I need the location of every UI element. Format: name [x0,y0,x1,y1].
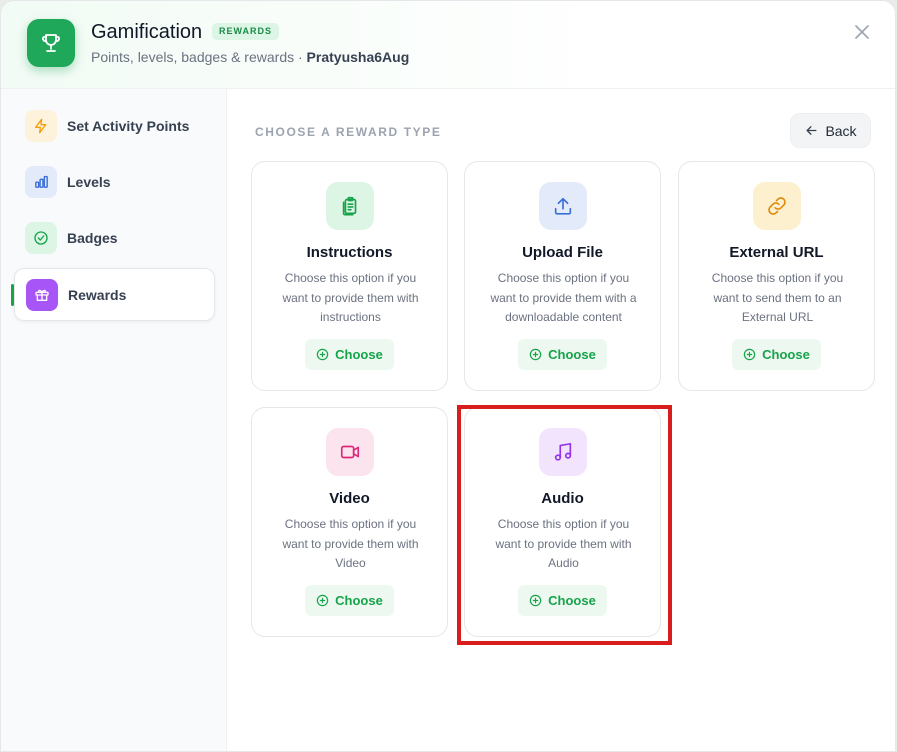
clipboard-icon [326,182,374,230]
main-content: CHOOSE A REWARD TYPE Back Instructions C… [228,89,895,751]
music-icon [539,428,587,476]
card-title: Video [329,490,370,507]
bolt-icon [25,109,57,142]
modal-title: Gamification [91,21,203,43]
plus-circle-icon [529,348,542,361]
modal-subtitle: Points, levels, badges & rewards · Praty… [91,49,409,65]
bar-chart-icon [25,165,57,198]
sidebar-item-rewards[interactable]: Rewards [11,268,215,321]
username: Pratyusha6Aug [306,49,410,65]
sidebar-item-label: Set Activity Points [67,117,190,134]
card-title: External URL [729,244,824,261]
sidebar-item-badges[interactable]: Badges [14,211,215,264]
modal-header: Gamification REWARDS Points, levels, bad… [1,1,895,89]
reward-card-instructions: Instructions Choose this option if you w… [251,161,448,391]
choose-label: Choose [548,593,596,608]
sidebar-item-label: Badges [67,229,118,246]
reward-card-video: Video Choose this option if you want to … [251,407,448,637]
sidebar-item-levels[interactable]: Levels [14,155,215,208]
close-button[interactable] [853,23,871,41]
link-icon [753,182,801,230]
reward-card-audio: Audio Choose this option if you want to … [464,407,661,637]
trophy-icon [27,19,75,67]
active-indicator [11,284,14,306]
choose-label: Choose [762,347,810,362]
upload-icon [539,182,587,230]
sidebar-item-label: Rewards [68,286,127,303]
plus-circle-icon [316,348,329,361]
choose-label: Choose [335,347,383,362]
subtitle-text: Points, levels, badges & rewards · [91,49,307,65]
card-title: Instructions [306,244,393,261]
plus-circle-icon [316,594,329,607]
reward-card-external-url: External URL Choose this option if you w… [678,161,875,391]
card-title: Upload File [522,244,603,261]
card-description: Choose this option if you want to provid… [495,517,632,570]
choose-external-url-button[interactable]: Choose [732,339,821,370]
sidebar-item-set-activity-points[interactable]: Set Activity Points [14,99,215,152]
gift-icon [26,278,58,311]
video-icon [326,428,374,476]
choose-video-button[interactable]: Choose [305,585,394,616]
reward-card-upload-file: Upload File Choose this option if you wa… [464,161,661,391]
arrow-left-icon [806,126,817,135]
sidebar-item-label: Levels [67,173,111,190]
card-description: Choose this option if you want to provid… [282,517,419,570]
card-description: Choose this option if you want to send t… [711,271,844,324]
back-label: Back [825,122,857,139]
choose-label: Choose [335,593,383,608]
choose-upload-file-button[interactable]: Choose [518,339,607,370]
plus-circle-icon [529,594,542,607]
section-title: CHOOSE A REWARD TYPE [255,125,442,139]
choose-label: Choose [548,347,596,362]
choose-audio-button[interactable]: Choose [518,585,607,616]
choose-instructions-button[interactable]: Choose [305,339,394,370]
card-description: Choose this option if you want to provid… [490,271,637,324]
close-icon [855,25,869,39]
check-circle-icon [25,221,57,254]
card-title: Audio [541,490,584,507]
back-button[interactable]: Back [790,113,871,148]
sidebar: Set Activity Points Levels Badges Reward… [1,89,227,751]
gamification-modal: Gamification REWARDS Points, levels, bad… [0,0,896,752]
plus-circle-icon [743,348,756,361]
rewards-badge: REWARDS [212,23,280,40]
card-description: Choose this option if you want to provid… [282,271,419,324]
